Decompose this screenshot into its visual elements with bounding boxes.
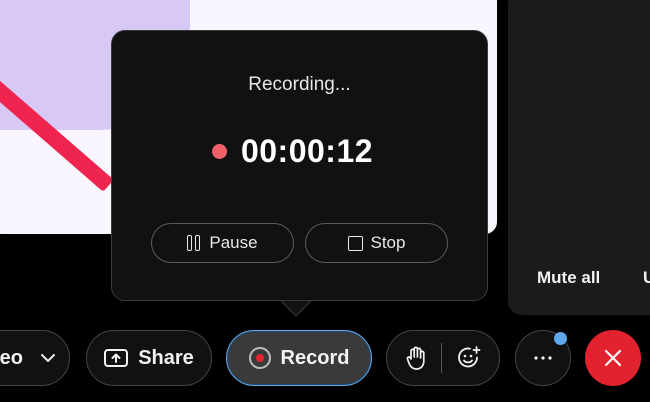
stop-label: Stop: [370, 233, 406, 252]
recording-dot-icon: [211, 144, 227, 159]
unmute-all-button[interactable]: U: [643, 268, 650, 288]
recording-status: Recording...: [248, 74, 351, 95]
video-button[interactable]: leo: [0, 330, 70, 386]
share-button[interactable]: Share: [86, 330, 212, 386]
stop-icon: [347, 235, 363, 251]
notification-badge: [554, 332, 567, 345]
stop-recording-button[interactable]: Stop: [305, 223, 448, 263]
share-screen-icon: [104, 349, 129, 367]
pause-icon: [187, 235, 201, 251]
record-icon: [248, 347, 271, 369]
recording-timer: 00:00:12: [240, 133, 374, 169]
meeting-window: Mute all U Recording... 00:00:12 Pause S…: [0, 0, 650, 402]
more-icon: [534, 356, 552, 360]
pause-recording-button[interactable]: Pause: [151, 223, 294, 263]
reaction-divider: [440, 343, 442, 373]
chevron-down-icon[interactable]: [41, 353, 55, 363]
video-label: leo: [0, 346, 23, 369]
mute-all-button[interactable]: Mute all: [537, 268, 600, 288]
reaction-group: [386, 330, 500, 386]
recording-popover: Recording... 00:00:12 Pause Stop: [111, 30, 488, 301]
record-label: Record: [280, 346, 350, 369]
leave-meeting-button[interactable]: [585, 330, 641, 386]
add-reaction-icon[interactable]: [456, 345, 482, 371]
recording-timer-row: 00:00:12: [112, 133, 487, 170]
raise-hand-icon[interactable]: [405, 345, 427, 371]
pause-label: Pause: [209, 233, 258, 252]
share-label: Share: [138, 346, 194, 369]
record-button[interactable]: Record: [226, 330, 372, 386]
close-icon: [604, 349, 622, 367]
